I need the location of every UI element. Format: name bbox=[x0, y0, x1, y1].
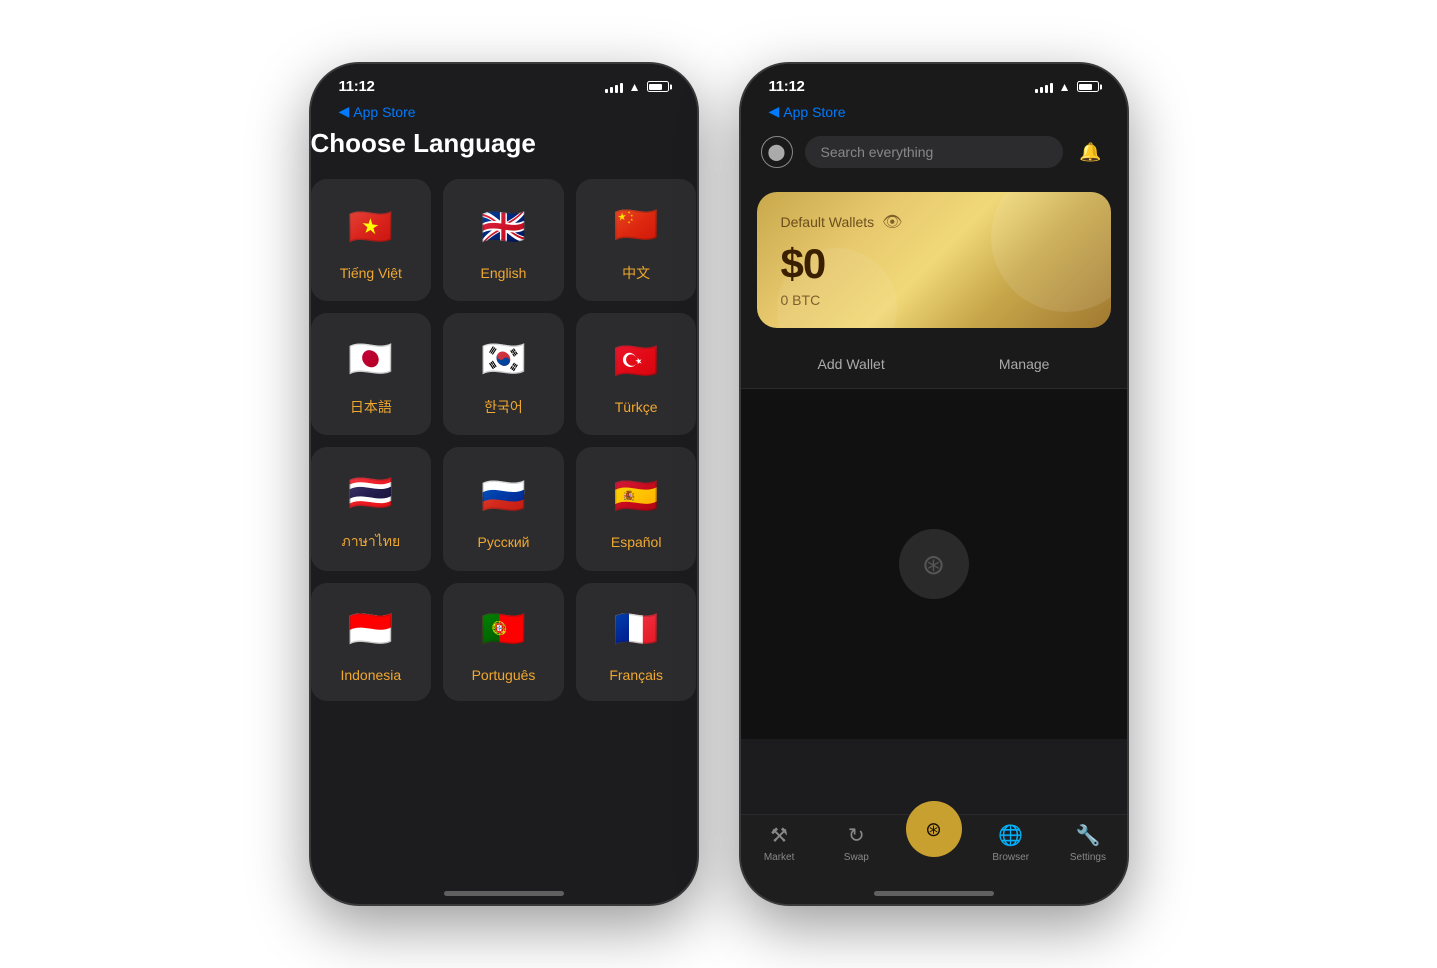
wallet-amount: $0 bbox=[781, 240, 1087, 288]
signal-icon-right bbox=[1035, 81, 1053, 93]
settings-label: Settings bbox=[1070, 852, 1106, 863]
wallet-btc: 0 BTC bbox=[781, 292, 1087, 308]
app-store-back-left[interactable]: ◀ App Store bbox=[311, 101, 697, 128]
language-grid: 🇻🇳 Tiếng Việt 🇬🇧 English 🇨🇳 中文 🇯🇵 日本語 🇰🇷 한국어 🇹🇷 Tür… bbox=[311, 179, 697, 701]
language-item-ภาษาไทย[interactable]: 🇹🇭 ภาษาไทย bbox=[311, 447, 432, 571]
user-icon[interactable]: ⬤ bbox=[761, 136, 793, 168]
add-wallet-button[interactable]: Add Wallet bbox=[818, 356, 885, 372]
app-store-back-right[interactable]: ◀ App Store bbox=[741, 101, 1127, 128]
left-phone: 11:12 ▲ ◀ App Store Choose Language 🇻🇳 Ti… bbox=[309, 62, 699, 906]
page-title: Choose Language bbox=[311, 128, 697, 159]
wallet-header: ⬤ Search everything 🔔 bbox=[741, 128, 1127, 180]
center-logo: ⊛ bbox=[899, 529, 969, 599]
flag-icon: 🇫🇷 bbox=[608, 601, 664, 657]
swap-label: Swap bbox=[844, 852, 869, 863]
language-name: 한국어 bbox=[484, 397, 523, 417]
market-icon: ⚒ bbox=[770, 823, 788, 848]
back-text-left: App Store bbox=[353, 104, 415, 120]
back-text-right: App Store bbox=[783, 104, 845, 120]
flag-icon: 🇨🇳 bbox=[608, 197, 664, 253]
language-name: ภาษาไทย bbox=[342, 531, 401, 553]
language-item-한국어[interactable]: 🇰🇷 한국어 bbox=[443, 313, 564, 435]
wallet-label: Default Wallets bbox=[781, 214, 875, 230]
search-bar[interactable]: Search everything bbox=[805, 136, 1063, 168]
wallet-content-area: ⊛ bbox=[741, 389, 1127, 739]
wallet-card: Default Wallets 👁 $0 0 BTC bbox=[757, 192, 1111, 328]
language-item-indonesia[interactable]: 🇮🇩 Indonesia bbox=[311, 583, 432, 701]
battery-icon-right bbox=[1077, 81, 1099, 92]
flag-icon: 🇪🇸 bbox=[608, 468, 664, 524]
wallet-card-section: Default Wallets 👁 $0 0 BTC bbox=[741, 180, 1127, 340]
status-bar-left: 11:12 ▲ bbox=[311, 64, 697, 101]
flag-icon: 🇮🇩 bbox=[343, 601, 399, 657]
tab-market[interactable]: ⚒ Market bbox=[741, 823, 818, 863]
language-item-français[interactable]: 🇫🇷 Français bbox=[576, 583, 697, 701]
settings-icon: 🔧 bbox=[1075, 823, 1100, 848]
signal-icon bbox=[605, 81, 623, 93]
market-label: Market bbox=[764, 852, 795, 863]
tab-browser[interactable]: 🌐 Browser bbox=[972, 823, 1049, 863]
flag-icon: 🇬🇧 bbox=[475, 199, 531, 255]
wallet-label-row: Default Wallets 👁 bbox=[781, 212, 1087, 232]
status-icons-left: ▲ bbox=[605, 80, 669, 94]
flag-icon: 🇹🇭 bbox=[343, 465, 399, 521]
language-item-español[interactable]: 🇪🇸 Español bbox=[576, 447, 697, 571]
language-name: Português bbox=[472, 667, 536, 683]
back-arrow-icon-right: ◀ bbox=[769, 103, 780, 120]
center-button-icon: ⊛ bbox=[925, 817, 942, 842]
eye-icon[interactable]: 👁 bbox=[882, 212, 902, 232]
tab-settings[interactable]: 🔧 Settings bbox=[1049, 823, 1126, 863]
bell-icon[interactable]: 🔔 bbox=[1075, 136, 1107, 168]
language-item-português[interactable]: 🇵🇹 Português bbox=[443, 583, 564, 701]
language-content: Choose Language 🇻🇳 Tiếng Việt 🇬🇧 English 🇨🇳 中… bbox=[311, 128, 697, 701]
flag-icon: 🇻🇳 bbox=[343, 199, 399, 255]
wallet-actions: Add Wallet Manage bbox=[741, 340, 1127, 389]
logo-icon: ⊛ bbox=[922, 548, 945, 581]
manage-button[interactable]: Manage bbox=[999, 356, 1050, 372]
language-item-english[interactable]: 🇬🇧 English bbox=[443, 179, 564, 301]
language-name: 日本語 bbox=[350, 397, 392, 417]
search-placeholder: Search everything bbox=[821, 144, 934, 160]
browser-label: Browser bbox=[992, 852, 1029, 863]
battery-icon bbox=[647, 81, 669, 92]
time-right: 11:12 bbox=[769, 78, 805, 95]
tab-home-center[interactable]: ⊛ bbox=[895, 801, 972, 859]
language-item-tiếng-việt[interactable]: 🇻🇳 Tiếng Việt bbox=[311, 179, 432, 301]
time-left: 11:12 bbox=[339, 78, 375, 95]
status-bar-right: 11:12 ▲ bbox=[741, 64, 1127, 101]
language-item-中文[interactable]: 🇨🇳 中文 bbox=[576, 179, 697, 301]
flag-icon: 🇷🇺 bbox=[475, 468, 531, 524]
language-name: Indonesia bbox=[340, 667, 401, 683]
language-item-русский[interactable]: 🇷🇺 Русский bbox=[443, 447, 564, 571]
wifi-icon-right: ▲ bbox=[1059, 80, 1071, 94]
flag-icon: 🇰🇷 bbox=[475, 331, 531, 387]
flag-icon: 🇯🇵 bbox=[343, 331, 399, 387]
wifi-icon: ▲ bbox=[629, 80, 641, 94]
right-phone: 11:12 ▲ ◀ App Store ⬤ Search everything … bbox=[739, 62, 1129, 906]
language-name: Tiếng Việt bbox=[340, 265, 402, 281]
language-name: English bbox=[481, 265, 527, 281]
swap-icon: ↻ bbox=[848, 823, 865, 848]
flag-icon: 🇵🇹 bbox=[475, 601, 531, 657]
language-name: Русский bbox=[478, 534, 530, 550]
center-button[interactable]: ⊛ bbox=[906, 801, 962, 857]
status-icons-right: ▲ bbox=[1035, 80, 1099, 94]
language-item-türkçe[interactable]: 🇹🇷 Türkçe bbox=[576, 313, 697, 435]
language-name: Français bbox=[609, 667, 663, 683]
flag-icon: 🇹🇷 bbox=[608, 333, 664, 389]
tab-swap[interactable]: ↻ Swap bbox=[818, 823, 895, 863]
language-name: Español bbox=[611, 534, 662, 550]
language-item-日本語[interactable]: 🇯🇵 日本語 bbox=[311, 313, 432, 435]
home-indicator bbox=[444, 891, 564, 896]
home-indicator-right bbox=[874, 891, 994, 896]
language-name: Türkçe bbox=[615, 399, 658, 415]
language-name: 中文 bbox=[622, 263, 650, 283]
browser-icon: 🌐 bbox=[998, 823, 1023, 848]
back-arrow-icon: ◀ bbox=[339, 103, 350, 120]
